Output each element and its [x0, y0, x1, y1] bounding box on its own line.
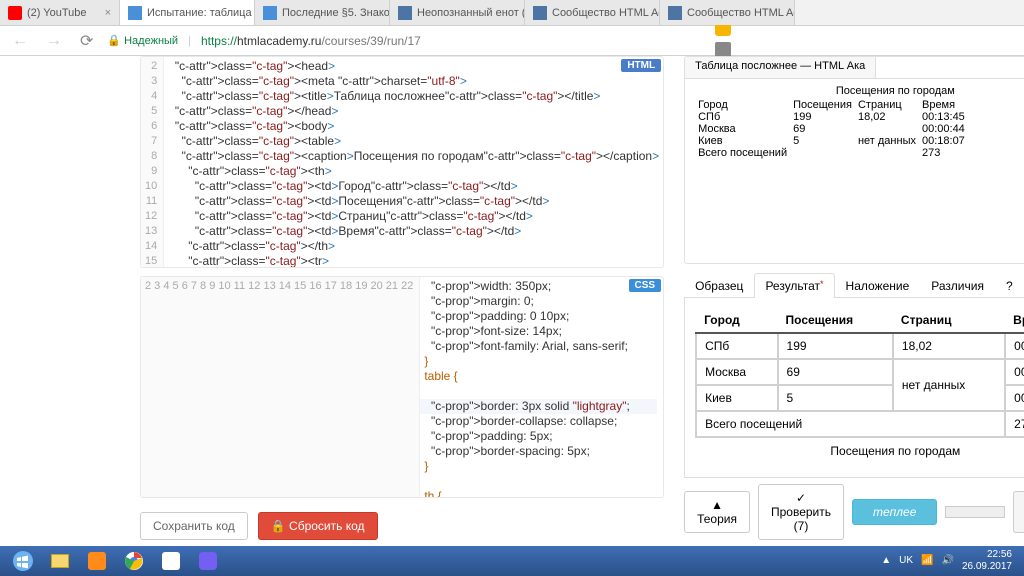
tab-result[interactable]: Результат: [754, 273, 834, 298]
tab-sample[interactable]: Образец: [684, 273, 754, 298]
html-badge: HTML: [621, 59, 661, 72]
code-area[interactable]: "c-attr">class="c-tag"><head> "c-attr">c…: [164, 57, 663, 268]
result-caption: Посещения по городам: [695, 438, 1024, 464]
temperature-button[interactable]: теплее: [852, 499, 937, 525]
forward-button[interactable]: →: [42, 32, 66, 50]
preview-table: ГородПосещенияСтраницВремяСПб19918,0200:…: [695, 99, 968, 159]
address-bar: ← → ⟳ 🔒 Надежный | https://htmlacademy.r…: [0, 26, 1024, 56]
clock[interactable]: 22:5626.09.2017: [962, 549, 1012, 573]
app-icon[interactable]: [154, 549, 188, 573]
tab-diff[interactable]: Различия: [920, 273, 995, 298]
footer-actions: ▲ Теория ✓ Проверить (7) теплее Следующе…: [684, 478, 1024, 546]
line-gutter: 2 3 4 5 6 7 8 9 10 11 12 13 14 15 16 17 …: [141, 57, 164, 268]
back-button[interactable]: ←: [8, 32, 32, 50]
browser-tab[interactable]: Последние §5. Знаком...×: [255, 0, 390, 25]
page-icon: [263, 6, 277, 20]
network-icon[interactable]: 📶: [921, 555, 933, 567]
media-player-icon[interactable]: [80, 549, 114, 573]
vk-icon: [398, 6, 412, 20]
viber-icon[interactable]: [191, 549, 225, 573]
explorer-icon[interactable]: [43, 549, 77, 573]
secure-indicator[interactable]: 🔒 Надежный: [107, 34, 178, 47]
check-button[interactable]: ✓ Проверить (7): [758, 484, 844, 540]
browser-tab[interactable]: Испытание: таблица по...×: [120, 0, 255, 25]
preview-pane: Таблица посложнее — HTML Ака Посещения п…: [684, 56, 1024, 264]
browser-tab[interactable]: Сообщество HTML Aca...×: [660, 0, 795, 25]
theory-button[interactable]: ▲ Теория: [684, 491, 750, 533]
save-button[interactable]: Сохранить код: [140, 512, 248, 540]
vk-icon: [668, 6, 682, 20]
reload-button[interactable]: ⟳: [76, 31, 97, 51]
page-icon: [128, 6, 142, 20]
language-indicator[interactable]: UK: [899, 555, 913, 567]
url-field[interactable]: https://htmlacademy.ru/courses/39/run/17: [201, 34, 421, 48]
progress-bar: [945, 506, 1005, 518]
html-editor[interactable]: HTML 2 3 4 5 6 7 8 9 10 11 12 13 14 15 1…: [140, 56, 664, 268]
chrome-icon[interactable]: [117, 549, 151, 573]
result-pane: ГородПосещенияСтраницВремяСПб19918,0200:…: [684, 298, 1024, 478]
browser-tab[interactable]: (2) YouTube×: [0, 0, 120, 25]
reset-button[interactable]: 🔒 Сбросить код: [258, 512, 378, 540]
tab-help[interactable]: ?: [995, 273, 1024, 298]
close-icon[interactable]: ×: [101, 7, 111, 19]
result-tabs: Образец Результат Наложение Различия ?: [684, 272, 1024, 298]
preview-content: Посещения по городам ГородПосещенияСтран…: [685, 79, 1024, 165]
css-badge: CSS: [629, 279, 662, 292]
start-button[interactable]: [6, 549, 40, 573]
windows-taskbar: ▲ UK 📶 🔊 22:5626.09.2017: [0, 546, 1024, 576]
next-button[interactable]: Следующее задание: [1013, 491, 1024, 533]
tab-overlay[interactable]: Наложение: [835, 273, 921, 298]
code-area[interactable]: "c-prop">width: 350px; "c-prop">margin: …: [420, 277, 657, 498]
preview-tab-title[interactable]: Таблица посложнее — HTML Ака: [685, 57, 876, 78]
tray-arrow-icon[interactable]: ▲: [881, 555, 891, 567]
vk-icon: [533, 6, 547, 20]
system-tray[interactable]: ▲ UK 📶 🔊 22:5626.09.2017: [881, 549, 1018, 573]
volume-icon[interactable]: 🔊: [941, 555, 953, 567]
preview-tabbar: Таблица посложнее — HTML Ака: [685, 57, 1024, 79]
preview-title: Посещения по городам: [695, 85, 1024, 97]
css-editor[interactable]: CSS 2 3 4 5 6 7 8 9 10 11 12 13 14 15 16…: [140, 276, 664, 498]
result-table: ГородПосещенияСтраницВремяСПб19918,0200:…: [695, 308, 1024, 438]
line-gutter: 2 3 4 5 6 7 8 9 10 11 12 13 14 15 16 17 …: [141, 277, 420, 498]
editor-actions: Сохранить код 🔒 Сбросить код: [140, 506, 664, 546]
browser-tab[interactable]: Сообщество HTML Aca...×: [525, 0, 660, 25]
youtube-icon: [8, 6, 22, 20]
browser-tab[interactable]: Неопознанный енот (id...×: [390, 0, 525, 25]
